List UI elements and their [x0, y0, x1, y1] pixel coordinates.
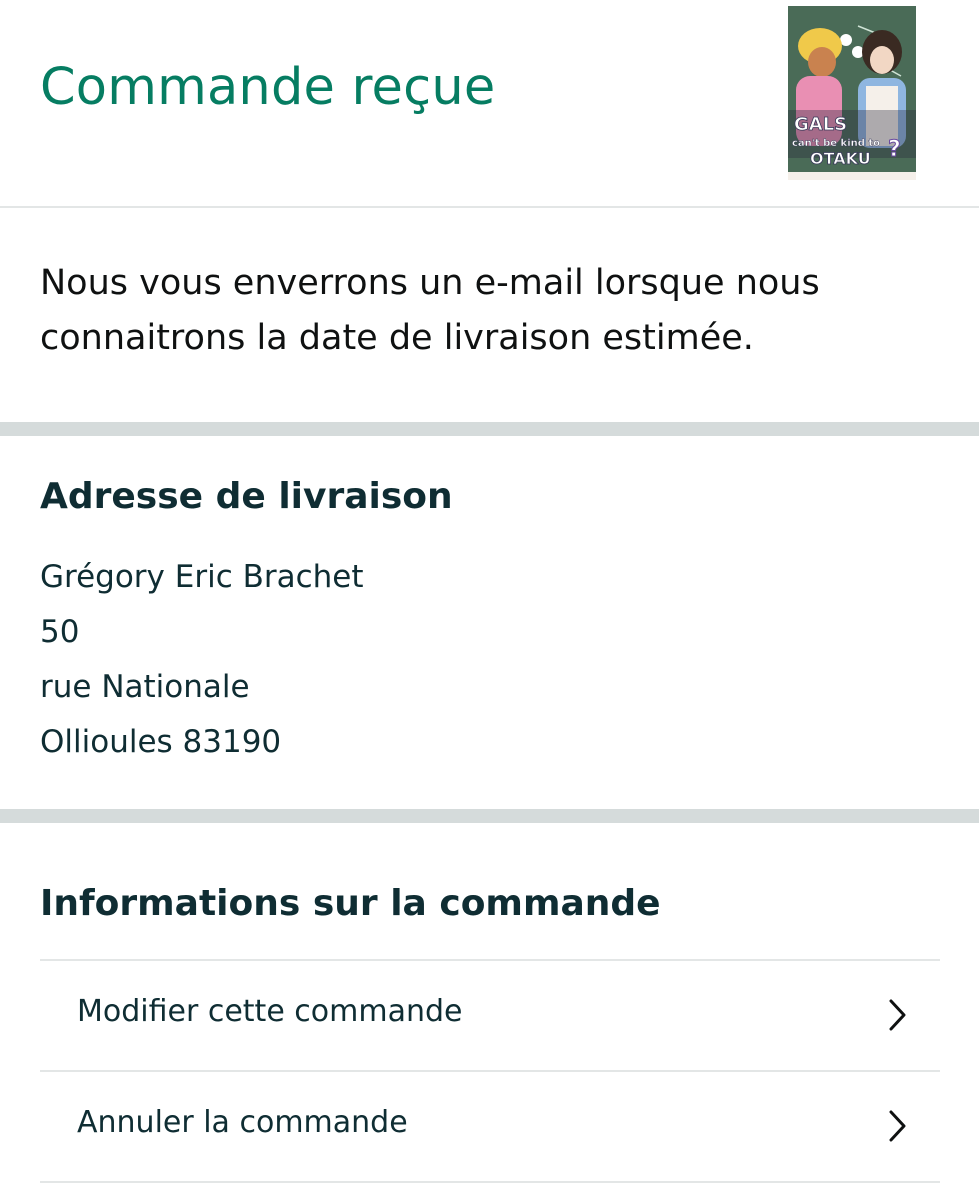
order-info-heading: Informations sur la commande: [40, 883, 661, 924]
product-thumbnail[interactable]: GALS can't be kind to OTAKU ?: [788, 6, 916, 180]
address-city-postcode: Ollioules 83190: [40, 724, 282, 760]
order-actions-list: Modifier cette commande Annuler la comma…: [40, 959, 940, 1183]
shipping-address-section: Adresse de livraison Grégory Eric Brache…: [0, 436, 979, 809]
address-street: rue Nationale: [40, 669, 250, 705]
product-cover-image: GALS can't be kind to OTAKU ?: [788, 6, 916, 180]
chevron-right-icon: [889, 1110, 906, 1142]
cover-title-line2: can't be kind to: [792, 138, 880, 149]
svg-text:?: ?: [888, 137, 901, 162]
chevron-right-icon: [889, 999, 906, 1031]
order-info-section: Informations sur la commande Modifier ce…: [0, 823, 979, 1200]
section-divider: [0, 422, 979, 436]
modify-order-row[interactable]: Modifier cette commande: [40, 961, 940, 1072]
address-name: Grégory Eric Brachet: [40, 559, 364, 595]
cover-title-line1: GALS: [794, 114, 847, 135]
section-divider: [0, 809, 979, 823]
delivery-info-section: Nous vous enverrons un e-mail lorsque no…: [0, 208, 979, 422]
cover-title-line3: OTAKU: [810, 149, 871, 168]
address-street-number: 50: [40, 614, 80, 650]
delivery-estimate-message: Nous vous enverrons un e-mail lorsque no…: [40, 263, 820, 358]
order-status-header: Commande reçue GALS can't be kind to OTA…: [0, 0, 979, 208]
cancel-order-row[interactable]: Annuler la commande: [40, 1072, 940, 1183]
order-status-title: Commande reçue: [40, 58, 496, 117]
shipping-address-block: Grégory Eric Brachet 50 rue Nationale Ol…: [40, 550, 364, 770]
modify-order-label: Modifier cette commande: [77, 994, 463, 1029]
shipping-address-heading: Adresse de livraison: [40, 476, 453, 517]
cancel-order-label: Annuler la commande: [77, 1105, 408, 1140]
